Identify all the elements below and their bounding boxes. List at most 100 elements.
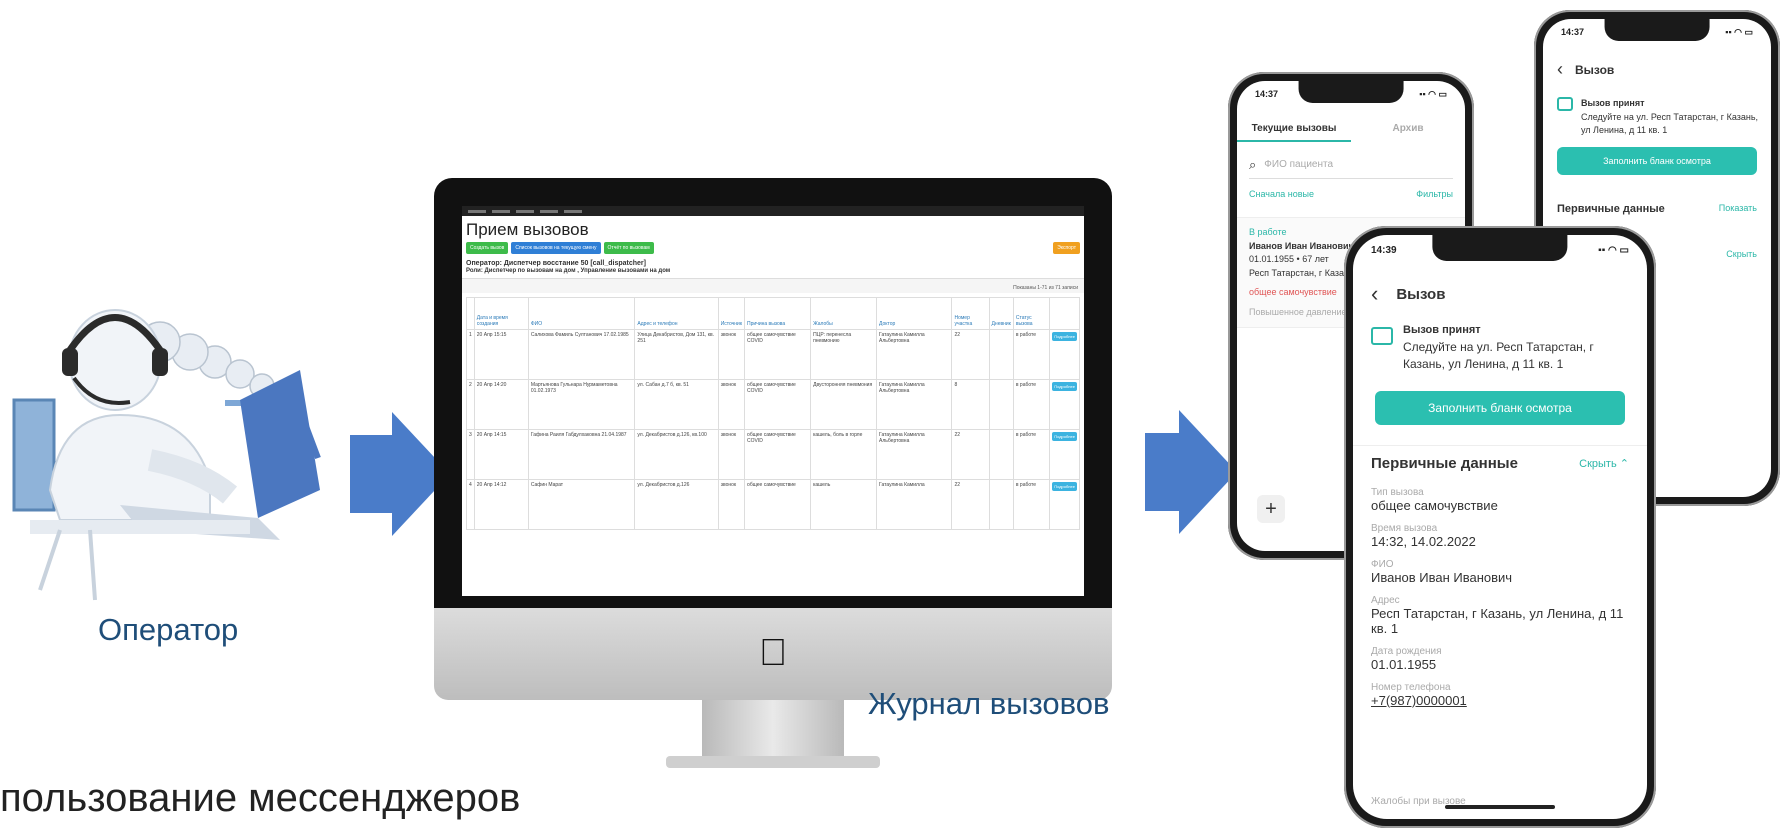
report-button[interactable]: Отчёт по вызовам (603, 242, 654, 254)
header: ‹ Вызов (1557, 59, 1614, 80)
signal-icon: ▪▪ ◠ ▭ (1419, 89, 1447, 99)
table-cell-reason: общее самочувствие COVID (744, 429, 812, 480)
table-cell-date: 20 Апр 14:20 (473, 379, 529, 430)
table-cell-doctor: Гатаулина Камилла Альбертовна (876, 379, 953, 430)
header: ‹ Вызов (1371, 281, 1445, 307)
hide-toggle[interactable]: Скрыть (1726, 249, 1757, 259)
table-row[interactable]: 2 20 Апр 14:20 Мартьянова Гульнара Нурмаме… (466, 379, 1080, 430)
primary-section: Первичные данные Показать (1557, 203, 1757, 215)
table-cell-action: Подробнее (1049, 379, 1080, 430)
search-input[interactable]: ФИО пациента (1264, 159, 1333, 170)
table-header[interactable]: Жалобы (810, 297, 878, 330)
table-header[interactable] (1049, 297, 1080, 330)
table-cell-reason: общее самочувствие COVID (744, 379, 812, 430)
create-call-button[interactable]: Создать вызов (466, 242, 509, 254)
field-label: Адрес (1371, 595, 1400, 606)
primary-section: Первичные данные Скрыть ⌃ (1371, 455, 1629, 472)
table-cell-status: в работе (1012, 329, 1051, 380)
table-cell-src: звонок (717, 329, 746, 380)
table-cell-src: звонок (717, 379, 746, 430)
details-button[interactable]: Подробнее (1052, 482, 1077, 491)
show-toggle[interactable]: Показать (1719, 203, 1757, 215)
tab-archive[interactable]: Архив (1351, 117, 1465, 142)
divider (1353, 445, 1647, 446)
field-value: 01.01.1955 (1371, 657, 1437, 672)
status-time: 14:39 (1371, 245, 1397, 256)
table-header[interactable]: ФИО (527, 297, 636, 330)
dispatcher-web-app: Прием вызовов Создать вызов Список вызов… (462, 206, 1084, 596)
table-cell-complaints: Двусторонняя пневмония (810, 379, 878, 430)
signal-icon: ▪▪ ◠ ▭ (1598, 245, 1629, 256)
table-cell-addr: ул. Декабристов д.126 (634, 479, 719, 530)
table-header[interactable]: Дневник (988, 297, 1014, 330)
table-header[interactable]: Адрес и телефон (634, 297, 719, 330)
table-header[interactable]: Доктор (876, 297, 953, 330)
table-row[interactable]: 3 20 Апр 14:15 Гафина Раиля Габдулхаковна … (466, 429, 1080, 480)
hide-toggle[interactable]: Скрыть ⌃ (1579, 457, 1629, 470)
table-header[interactable]: Дата и время создания (473, 297, 529, 330)
export-button[interactable]: Экспорт (1053, 242, 1080, 254)
primary-title: Первичные данные (1371, 455, 1518, 472)
primary-title: Первичные данные (1557, 203, 1665, 215)
call-list-button[interactable]: Список вызовов на текущую смену (511, 242, 601, 254)
tab-current[interactable]: Текущие вызовы (1237, 117, 1351, 142)
field-group: Время вызова 14:32, 14.02.2022 (1371, 523, 1629, 549)
field-label: Дата рождения (1371, 646, 1442, 657)
table-cell-fio: Сафин Марат (527, 479, 636, 530)
details-button[interactable]: Подробнее (1052, 332, 1077, 341)
field-value: Иванов Иван Иванович (1371, 570, 1513, 585)
table-cell-reason: общее самочувствие (744, 479, 812, 530)
field-label: Номер телефона (1371, 682, 1451, 693)
table-cell-diary (988, 329, 1014, 380)
table-cell-status: в работе (1012, 479, 1051, 530)
phone-link[interactable]: +7(987)0000001 (1371, 693, 1629, 708)
table-header[interactable]: Источник (717, 297, 746, 330)
status-time: 14:37 (1561, 27, 1585, 37)
field-group: ФИО Иванов Иван Иванович (1371, 559, 1629, 585)
tab-bar: Текущие вызовы Архив (1237, 117, 1465, 142)
table-cell-status: в работе (1012, 429, 1051, 480)
table-cell-doctor: Гатаулина Камилла (876, 479, 953, 530)
follow-text: Следуйте на ул. Респ Татарстан, г Казань… (1581, 111, 1759, 136)
field-label: Время вызова (1371, 523, 1438, 534)
imac-display: Прием вызовов Создать вызов Список вызов… (434, 178, 1112, 768)
table-cell-doctor: Гатаулина Камилла Альбертовна (876, 329, 953, 380)
table-row[interactable]: 1 20 Апр 15:15 Салихова Фамиль Султанович … (466, 329, 1080, 380)
status-time: 14:37 (1255, 89, 1279, 99)
filters-button[interactable]: Фильтры (1416, 189, 1453, 199)
back-icon[interactable]: ‹ (1557, 59, 1563, 80)
field-group: Дата рождения 01.01.1955 (1371, 646, 1629, 672)
screen-title: Вызов (1396, 285, 1446, 303)
table-header[interactable]: Статус вызова (1012, 297, 1051, 330)
search-icon: ⌕ (1249, 156, 1257, 172)
table-row[interactable]: 4 20 Апр 14:12 Сафин Марат ул. Декабристов … (466, 479, 1080, 530)
add-button[interactable]: + (1257, 495, 1285, 523)
field-value: общее самочувствие (1371, 498, 1498, 513)
table-cell-fio: Гафина Раиля Габдулхаковна 21.04.1987 (527, 429, 636, 480)
field-group: Номер телефона +7(987)0000001 (1371, 682, 1629, 708)
table-cell-addr: ул. Декабристов д.126, кв.100 (634, 429, 719, 480)
table-cell-date: 20 Апр 15:15 (473, 329, 529, 380)
details-button[interactable]: Подробнее (1052, 382, 1077, 391)
table-cell-n: 4 (466, 479, 475, 530)
accepted-title: Вызов принят (1403, 324, 1481, 336)
phone-call-detail: 14:39 ▪▪ ◠ ▭ ‹ Вызов Вызов принят Следуйт… (1344, 226, 1656, 828)
table-cell-fio: Салихова Фамиль Султанович 17.02.1985 (527, 329, 636, 380)
table-cell-area: 8 (951, 379, 990, 430)
table-header[interactable]: Причина вызова (744, 297, 812, 330)
screen-title: Вызов (1575, 62, 1615, 77)
search-bar[interactable]: ⌕ ФИО пациента (1249, 151, 1453, 179)
apple-logo-icon:  (752, 630, 794, 676)
table-cell-doctor: Гатаулина Камилла Альбертовна (876, 429, 953, 480)
table-cell-action: Подробнее (1049, 329, 1080, 380)
table-header[interactable]: Номер участка (951, 297, 990, 330)
records-count: Показаны 1-71 из 71 записи (462, 278, 1084, 293)
table-cell-addr: ул. Сабан д.7 б, кв. 51 (634, 379, 719, 430)
table-cell-area: 22 (951, 329, 990, 380)
fill-form-button[interactable]: Заполнить бланк осмотра (1557, 147, 1757, 175)
details-button[interactable]: Подробнее (1052, 432, 1077, 441)
sort-dropdown[interactable]: Сначала новые (1249, 189, 1314, 199)
fill-form-button[interactable]: Заполнить бланк осмотра (1375, 391, 1625, 425)
table-cell-n: 2 (466, 379, 475, 430)
back-icon[interactable]: ‹ (1371, 281, 1378, 307)
